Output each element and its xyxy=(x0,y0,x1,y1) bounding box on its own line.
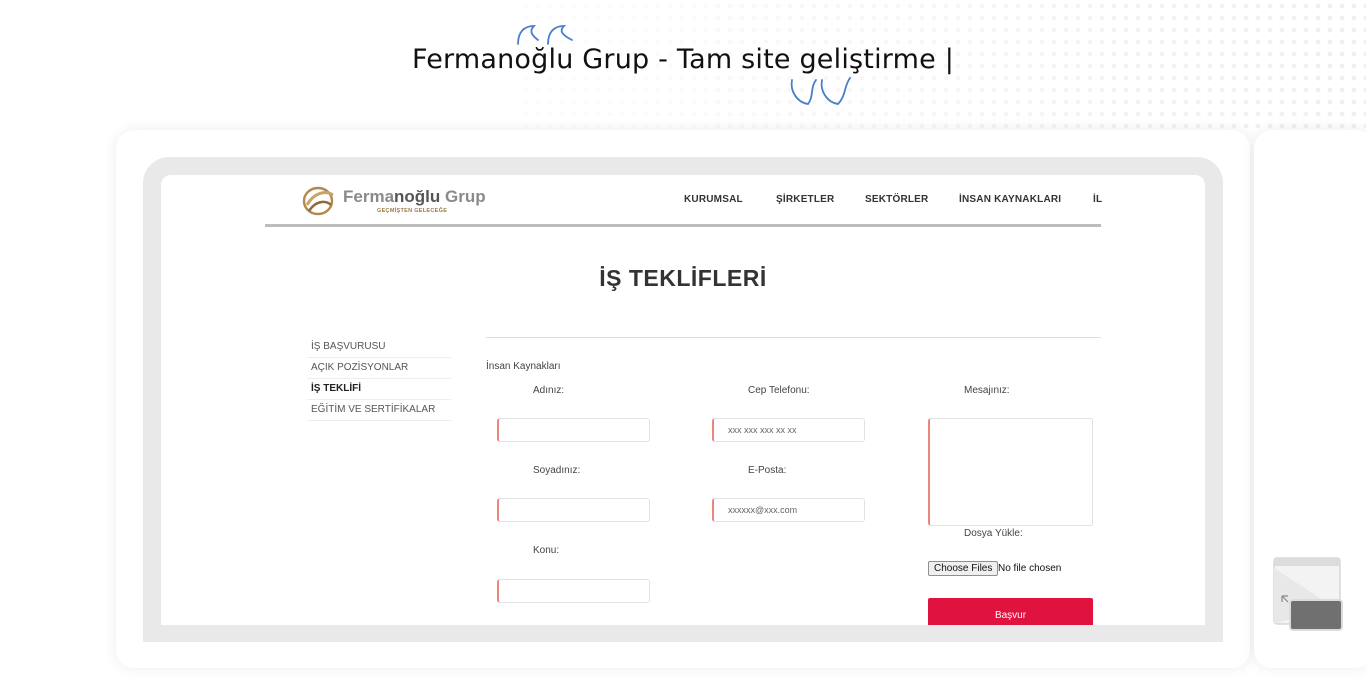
nav-iletisim[interactable]: İL xyxy=(1093,194,1102,205)
nav-sirketler[interactable]: ŞİRKETLER xyxy=(776,194,834,205)
page-title: İŞ TEKLİFLERİ xyxy=(599,265,767,291)
sidebar-menu: İŞ BAŞVURUSU AÇIK POZİSYONLAR İŞ TEKLİFİ… xyxy=(307,337,451,421)
upload-label: Dosya Yükle: xyxy=(964,528,1023,539)
sidebar-item-egitim-sertifikalar[interactable]: EĞİTİM VE SERTİFİKALAR xyxy=(307,400,451,421)
sidebar-item-is-teklifi[interactable]: İŞ TEKLİFİ xyxy=(307,379,451,400)
quote-close-icon xyxy=(790,77,851,105)
email-label: E-Posta: xyxy=(748,465,787,476)
nav-insan-kaynaklari[interactable]: İNSAN KAYNAKLARI xyxy=(959,194,1061,205)
surname-input[interactable] xyxy=(497,498,650,522)
phone-label: Cep Telefonu: xyxy=(748,385,810,396)
submit-button[interactable]: Başvur xyxy=(928,598,1093,625)
form-divider xyxy=(486,337,1101,338)
email-input[interactable] xyxy=(712,498,865,522)
subject-label: Konu: xyxy=(533,545,560,556)
headline: Fermanoğlu Grup - Tam site geliştirme | xyxy=(411,44,954,75)
message-textarea[interactable] xyxy=(928,418,1093,526)
main-nav: KURUMSAL ŞİRKETLER SEKTÖRLER İNSAN KAYNA… xyxy=(265,194,1102,208)
sidebar-item-acik-pozisyonlar[interactable]: AÇIK POZİSYONLAR xyxy=(307,358,451,379)
message-label: Mesajınız: xyxy=(964,385,1010,396)
name-label: Adınız: xyxy=(533,385,565,396)
website-screen: Fermanoğlu Grup GEÇMİŞTEN GELECEĞE KURUM… xyxy=(161,175,1205,625)
site-header: Fermanoğlu Grup GEÇMİŞTEN GELECEĞE KURUM… xyxy=(265,175,1102,227)
sidebar-item-is-basvurusu[interactable]: İŞ BAŞVURUSU xyxy=(307,337,451,358)
surname-label: Soyadınız: xyxy=(533,465,581,476)
nav-sektorler[interactable]: SEKTÖRLER xyxy=(865,194,928,205)
subject-input[interactable] xyxy=(497,579,650,603)
device-preview-icon[interactable] xyxy=(1272,556,1346,632)
file-status-text: No file chosen xyxy=(998,563,1062,574)
logo-tagline: GEÇMİŞTEN GELECEĞE xyxy=(377,208,448,214)
form-section-label: İnsan Kaynakları xyxy=(486,361,561,372)
choose-files-button[interactable]: Choose Files xyxy=(928,561,999,576)
nav-kurumsal[interactable]: KURUMSAL xyxy=(684,194,743,205)
phone-input[interactable] xyxy=(712,418,865,442)
name-input[interactable] xyxy=(497,418,650,442)
